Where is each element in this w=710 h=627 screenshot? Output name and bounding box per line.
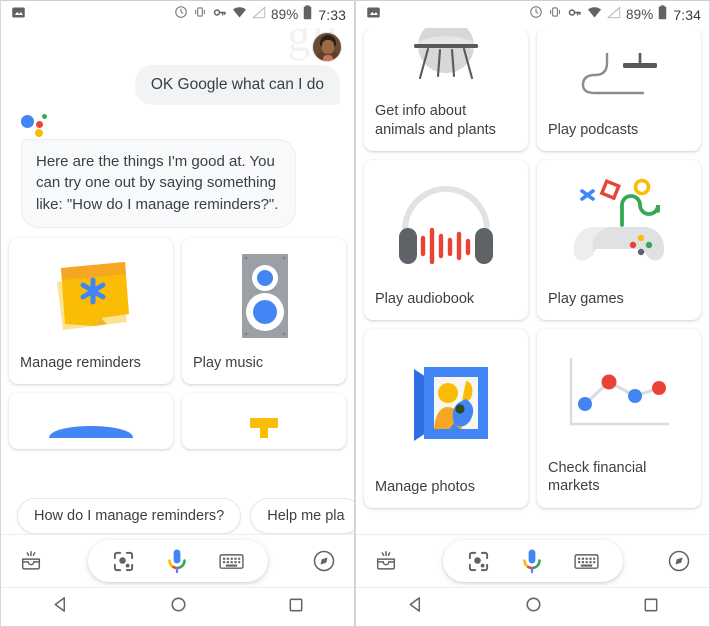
- vpn-key-icon: [212, 5, 227, 25]
- explore-compass-icon[interactable]: [312, 549, 336, 573]
- image-icon: [11, 5, 26, 25]
- android-nav-bar: [356, 587, 709, 626]
- card-label: Play audiobook: [375, 290, 475, 307]
- elephant-icon: [364, 28, 528, 102]
- google-mic-icon[interactable]: [165, 548, 189, 574]
- user-message-bubble: OK Google what can I do: [134, 65, 340, 106]
- vibrate-icon: [193, 5, 207, 24]
- signal-icon: [606, 5, 621, 24]
- status-bar: 89% 7:34: [356, 1, 709, 28]
- card-play-music[interactable]: Play music: [182, 238, 346, 384]
- signal-icon: [251, 5, 266, 24]
- card-label: Play music: [193, 355, 264, 372]
- recents-square-icon[interactable]: [288, 597, 304, 618]
- back-triangle-icon[interactable]: [52, 596, 69, 618]
- battery-percent: 89%: [271, 7, 299, 22]
- chip-manage-reminders[interactable]: How do I manage reminders?: [17, 498, 242, 534]
- battery-icon: [658, 4, 667, 25]
- card-label: Play podcasts: [548, 121, 639, 138]
- clock-time: 7:33: [318, 6, 346, 23]
- card-label: Manage photos: [375, 479, 475, 496]
- line-chart-icon: [537, 329, 701, 459]
- suggestion-chips: How do I manage reminders? Help me pla: [1, 498, 354, 534]
- left-phone-screen: 89% 7:33 gP OK Google what can I do Here…: [0, 0, 355, 627]
- clock-time: 7:34: [673, 6, 701, 23]
- google-lens-icon[interactable]: [467, 550, 490, 573]
- card-label: Manage reminders: [20, 355, 141, 372]
- card-manage-photos[interactable]: Manage photos: [364, 328, 528, 509]
- photo-frame-person-icon: [364, 329, 528, 479]
- suggestion-cards-grid: Manage reminders Play music: [1, 228, 354, 449]
- android-nav-bar: [1, 587, 354, 626]
- image-icon: [366, 5, 381, 25]
- card-label: [9, 438, 173, 449]
- vpn-key-icon: [567, 5, 582, 25]
- wifi-icon: [587, 6, 602, 24]
- google-mic-icon[interactable]: [520, 548, 544, 574]
- card-label: Play games: [548, 290, 624, 307]
- card-label: Get info about animals and plants: [375, 103, 496, 138]
- keyboard-icon[interactable]: [573, 552, 599, 571]
- card-label: [182, 438, 346, 449]
- home-circle-icon[interactable]: [525, 596, 542, 618]
- card-play-podcasts[interactable]: Play podcasts: [537, 28, 701, 151]
- battery-percent: 89%: [626, 7, 654, 22]
- home-circle-icon[interactable]: [170, 596, 187, 618]
- assistant-toolbar: [356, 535, 709, 587]
- card-partial-left[interactable]: [9, 392, 173, 449]
- google-lens-icon[interactable]: [112, 550, 135, 573]
- card-manage-reminders[interactable]: Manage reminders: [9, 238, 173, 384]
- card-play-games[interactable]: Play games: [537, 159, 701, 320]
- podcast-mic-icon: [537, 28, 701, 121]
- card-label: Check financial markets: [548, 459, 647, 495]
- conversation-area: OK Google what can I do Here are the thi…: [1, 28, 354, 229]
- right-phone-screen: 89% 7:34 gP: [355, 0, 710, 627]
- headphones-waveform-icon: [364, 160, 528, 290]
- chip-help-me-play[interactable]: Help me pla: [250, 498, 354, 534]
- card-get-info-animals-plants[interactable]: Get info about animals and plants: [364, 28, 528, 151]
- sticky-note-asterisk-icon: [9, 238, 173, 354]
- assistant-input-pill: [87, 540, 268, 582]
- assistant-toolbar: [1, 535, 354, 587]
- alarm-icon: [529, 5, 543, 24]
- recents-square-icon[interactable]: [643, 597, 659, 618]
- snapshot-inbox-icon[interactable]: [374, 549, 398, 573]
- assistant-message-bubble: Here are the things I'm good at. You can…: [21, 139, 296, 229]
- card-check-financial-markets[interactable]: Check financial markets: [537, 328, 701, 509]
- gamepad-icon: [537, 160, 701, 290]
- blue-shape-icon: [9, 393, 173, 438]
- speaker-icon: [182, 238, 346, 354]
- suggestion-cards-grid: Get info about animals and plants Play p…: [356, 28, 709, 509]
- avatar[interactable]: [312, 32, 342, 62]
- snapshot-inbox-icon[interactable]: [19, 549, 43, 573]
- keyboard-icon[interactable]: [218, 552, 244, 571]
- card-play-audiobook[interactable]: Play audiobook: [364, 159, 528, 320]
- wifi-icon: [232, 6, 247, 24]
- vibrate-icon: [548, 5, 562, 24]
- alarm-icon: [174, 5, 188, 24]
- back-triangle-icon[interactable]: [407, 596, 424, 618]
- card-partial-right[interactable]: [182, 392, 346, 449]
- explore-compass-icon[interactable]: [667, 549, 691, 573]
- yellow-tshape-icon: [182, 393, 346, 438]
- assistant-input-pill: [442, 540, 623, 582]
- status-bar: 89% 7:33: [1, 1, 354, 28]
- dual-screenshot-container: 89% 7:33 gP OK Google what can I do Here…: [0, 0, 710, 627]
- battery-icon: [303, 4, 312, 25]
- google-assistant-dots-icon: [1, 105, 354, 138]
